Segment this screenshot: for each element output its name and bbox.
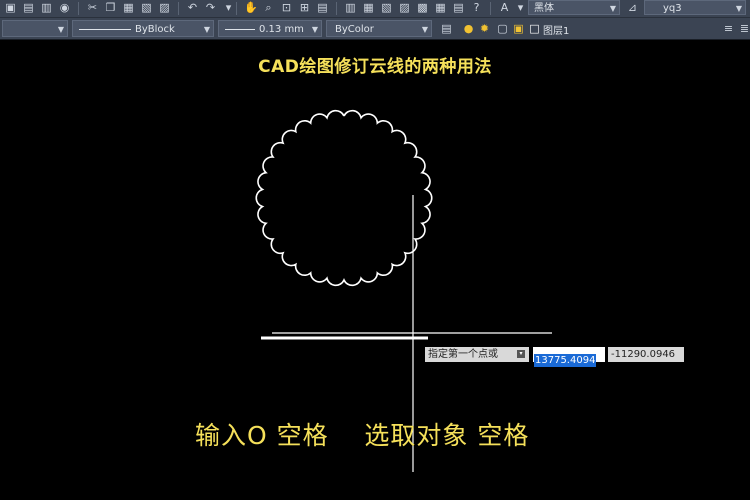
options-icon[interactable]: ▾ (517, 350, 525, 358)
coordinate-y-value: -11290.0946 (611, 349, 676, 360)
instruction-caption: 输入O 空格 选取对象 空格 (195, 421, 530, 450)
coordinate-x-value: 13775.4094 (534, 354, 597, 367)
revision-cloud (255, 109, 433, 287)
command-prompt-text: 指定第一个点或 (428, 349, 498, 360)
command-prompt-label: 指定第一个点或 ▾ (425, 347, 529, 362)
coordinate-y-input[interactable]: -11290.0946 (608, 347, 684, 362)
coordinate-x-input[interactable]: 13775.4094 (533, 347, 605, 367)
